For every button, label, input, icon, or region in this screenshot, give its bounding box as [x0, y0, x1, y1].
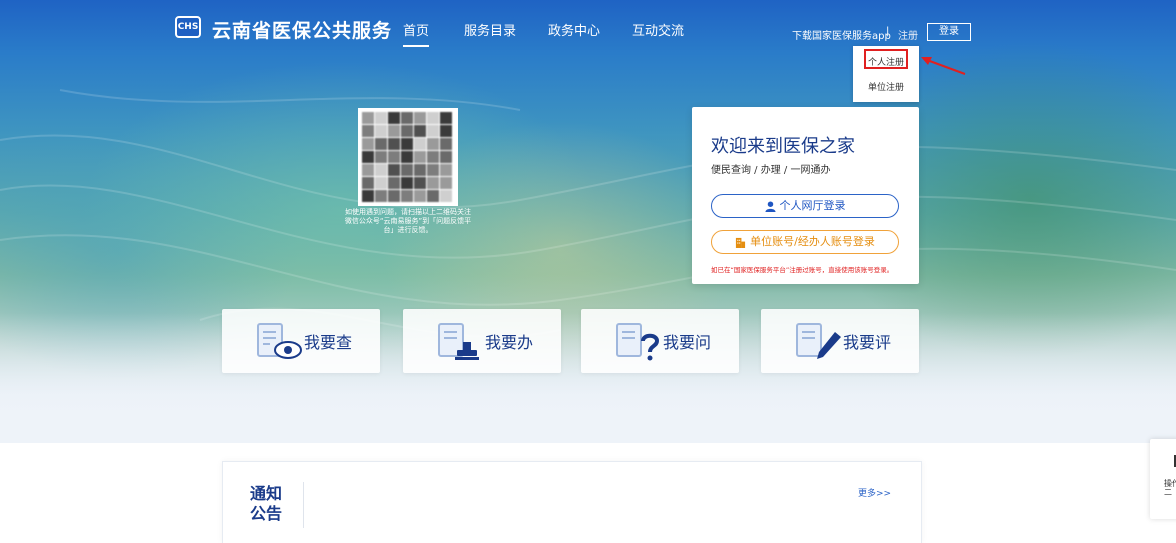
qr-cell [362, 164, 374, 176]
service-tile-label: 我要办 [485, 333, 534, 352]
service-tile-label: 我要评 [843, 333, 892, 352]
qr-cell [427, 138, 439, 150]
qr-cell [388, 138, 400, 150]
login-card: 欢迎来到医保之家 便民查询 / 办理 / 一网通办 个人网厅登录 单位账号/经办… [692, 107, 919, 284]
qr-cell [388, 177, 400, 189]
qr-cell [414, 138, 426, 150]
hero-banner [0, 0, 1176, 443]
user-icon [764, 200, 776, 212]
card-title: 欢迎来到医保之家 [711, 136, 855, 157]
qr-cell [414, 125, 426, 137]
qr-cell [401, 151, 413, 163]
qr-cell [427, 164, 439, 176]
unit-login-button[interactable]: 单位账号/经办人账号登录 [711, 230, 899, 254]
side-float-label: 操作二 [1164, 479, 1176, 497]
personal-login-button[interactable]: 个人网厅登录 [711, 194, 899, 218]
service-tile-ask[interactable]: 我要问 [581, 309, 739, 373]
qr-cell [414, 177, 426, 189]
download-app-link[interactable]: 下载国家医保服务app [792, 27, 891, 42]
qr-cell [362, 125, 374, 137]
qr-cell [362, 138, 374, 150]
side-float-panel[interactable]: 操作二 [1150, 439, 1176, 519]
qr-cell [427, 151, 439, 163]
qr-cell [440, 177, 452, 189]
nav-item-interaction[interactable]: 互动交流 [632, 20, 684, 39]
qr-cell [375, 164, 387, 176]
building-icon [736, 237, 746, 248]
card-subtitle: 便民查询 / 办理 / 一网通办 [711, 165, 831, 176]
qr-code [358, 108, 458, 206]
notice-section: 通知公告 更多>> [222, 461, 922, 543]
qr-cell [375, 177, 387, 189]
header-separator: | [886, 26, 890, 37]
qr-cell [401, 138, 413, 150]
qr-caption: 如使用遇到问题，请扫描以上二维码关注微信公众号“云南易服务”到「问题反馈平台」进… [344, 208, 472, 234]
qr-cell [401, 190, 413, 202]
qr-cell [388, 190, 400, 202]
qr-cell [427, 190, 439, 202]
site-title[interactable]: 云南省医保公共服务 [212, 16, 392, 43]
qr-cell [414, 151, 426, 163]
login-note: 如已在“国家医保服务平台”注册过账号，直接使用该账号登录。 [711, 266, 894, 274]
qr-cell [427, 125, 439, 137]
login-button[interactable]: 登录 [927, 23, 971, 41]
qr-cell [362, 112, 374, 124]
logo-icon: CHS [175, 16, 201, 38]
nav-item-government-center[interactable]: 政务中心 [548, 20, 600, 39]
qr-cell [414, 190, 426, 202]
qr-cell [440, 138, 452, 150]
qr-cell [440, 151, 452, 163]
qr-cell [388, 112, 400, 124]
qr-cell [401, 177, 413, 189]
register-dropdown: 个人注册 单位注册 [853, 46, 919, 102]
notice-more-link[interactable]: 更多>> [858, 486, 891, 499]
notice-divider [303, 482, 304, 528]
qr-cell [401, 112, 413, 124]
stamp-doc-icon [438, 323, 479, 360]
service-tile-label: 我要问 [663, 333, 712, 352]
qr-cell [440, 164, 452, 176]
qr-cell [375, 125, 387, 137]
qr-cell [427, 112, 439, 124]
top-header: CHS 云南省医保公共服务 首页 服务目录 政务中心 互动交流 下载国家医保服务… [0, 0, 1176, 62]
qr-cell [401, 125, 413, 137]
qr-cell [388, 125, 400, 137]
pen-doc-icon [796, 323, 841, 359]
personal-login-label: 个人网厅登录 [779, 199, 846, 212]
nav-item-home[interactable]: 首页 [403, 20, 430, 47]
question-doc-icon [616, 323, 660, 361]
qr-code-pixels [362, 112, 454, 202]
qr-cell [375, 112, 387, 124]
service-tile-label: 我要查 [304, 333, 353, 352]
qr-cell [362, 190, 374, 202]
service-tile-query[interactable]: 我要查 [222, 309, 380, 373]
service-tile-evaluate[interactable]: 我要评 [761, 309, 919, 373]
dropdown-item-personal-register[interactable]: 个人注册 [853, 55, 919, 68]
notice-title: 通知公告 [250, 484, 283, 523]
register-link[interactable]: 注册 [898, 27, 918, 42]
qr-cell [388, 164, 400, 176]
qr-cell [427, 177, 439, 189]
service-tile-handle[interactable]: 我要办 [403, 309, 561, 373]
qr-cell [388, 151, 400, 163]
qr-cell [414, 112, 426, 124]
dropdown-item-unit-register[interactable]: 单位注册 [853, 80, 919, 93]
qr-cell [375, 138, 387, 150]
qr-cell [375, 190, 387, 202]
qr-cell [362, 151, 374, 163]
nav-item-service-catalog[interactable]: 服务目录 [464, 20, 516, 39]
unit-login-label: 单位账号/经办人账号登录 [750, 235, 875, 248]
annotation-arrow-icon [921, 57, 966, 75]
qr-cell [414, 164, 426, 176]
qr-cell [401, 164, 413, 176]
qr-cell [440, 112, 452, 124]
qr-cell [375, 151, 387, 163]
search-doc-icon [257, 323, 302, 359]
qr-cell [440, 125, 452, 137]
qr-cell [440, 190, 452, 202]
qr-cell [362, 177, 374, 189]
